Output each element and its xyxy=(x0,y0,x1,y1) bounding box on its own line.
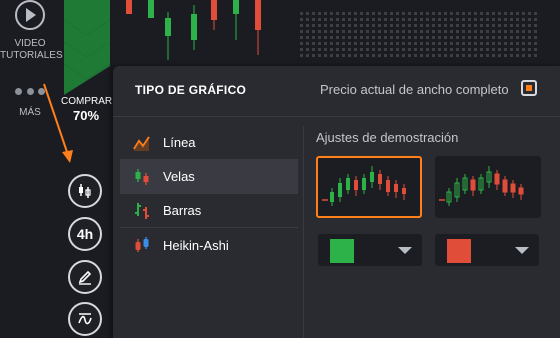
panel-column-divider xyxy=(303,126,304,338)
chevron-down-icon xyxy=(398,247,412,254)
panel-title: TIPO DE GRÁFICO xyxy=(135,83,247,97)
buy-zone-chevrons xyxy=(64,0,110,95)
more-label: MÁS xyxy=(19,107,41,118)
chart-type-candles[interactable]: Velas xyxy=(120,160,298,194)
chart-type-line-label: Línea xyxy=(163,135,196,150)
background-candles xyxy=(126,0,261,60)
left-rail: VIDEO TUTORIALES MÁS xyxy=(0,0,63,338)
indicators-button[interactable] xyxy=(68,302,102,336)
background-dot-grid xyxy=(300,10,540,60)
chart-type-button[interactable] xyxy=(68,174,102,208)
chart-type-candles-label: Velas xyxy=(163,169,195,184)
candle-style-filled-preview[interactable] xyxy=(316,156,422,218)
chart-type-bars[interactable]: Barras xyxy=(120,194,298,228)
more-button[interactable]: MÁS xyxy=(0,88,60,119)
pencil-icon xyxy=(78,270,92,285)
panel-divider xyxy=(113,116,560,117)
chart-type-heikin-ashi-label: Heikin-Ashi xyxy=(163,237,229,253)
down-color-swatch xyxy=(447,239,471,263)
candle-style-hollow-preview[interactable] xyxy=(435,156,541,218)
more-dots-icon xyxy=(15,88,45,95)
indicator-wave-icon xyxy=(78,313,92,325)
video-tutorials-button[interactable]: VIDEO TUTORIALES xyxy=(0,0,63,62)
chart-type-bars-label: Barras xyxy=(163,203,202,218)
chart-type-panel: TIPO DE GRÁFICO Precio actual de ancho c… xyxy=(113,66,560,338)
down-color-select[interactable] xyxy=(435,234,539,266)
bars-icon xyxy=(135,203,149,219)
chart-type-heikin-ashi[interactable]: Heikin-Ashi xyxy=(120,228,298,262)
filled-candles-preview-icon xyxy=(322,166,406,206)
timeframe-button[interactable]: 4h xyxy=(68,217,102,251)
full-price-checkbox[interactable] xyxy=(521,80,537,96)
play-icon xyxy=(15,0,45,30)
hollow-candles-preview-icon xyxy=(439,166,524,206)
video-label-line1: VIDEO xyxy=(14,38,46,49)
up-color-swatch xyxy=(330,239,354,263)
candles-icon xyxy=(135,169,149,185)
drawing-tools-button[interactable] xyxy=(68,260,102,294)
demo-settings-label: Ajustes de demostración xyxy=(316,130,459,145)
line-chart-icon xyxy=(133,136,150,151)
up-color-select[interactable] xyxy=(318,234,422,266)
video-label-line2: TUTORIALES xyxy=(0,50,63,61)
chart-type-line[interactable]: Línea xyxy=(120,126,298,160)
chart-type-list: Línea Velas Barras Heikin-Ashi xyxy=(120,126,298,262)
chevron-down-icon xyxy=(515,247,529,254)
buy-percent: 70% xyxy=(72,108,100,123)
buy-label: COMPRAR xyxy=(61,96,113,107)
timeframe-label: 4h xyxy=(76,226,94,242)
candles-icon xyxy=(79,184,91,198)
heikin-ashi-icon xyxy=(135,237,149,252)
full-price-label: Precio actual de ancho completo xyxy=(320,82,509,97)
